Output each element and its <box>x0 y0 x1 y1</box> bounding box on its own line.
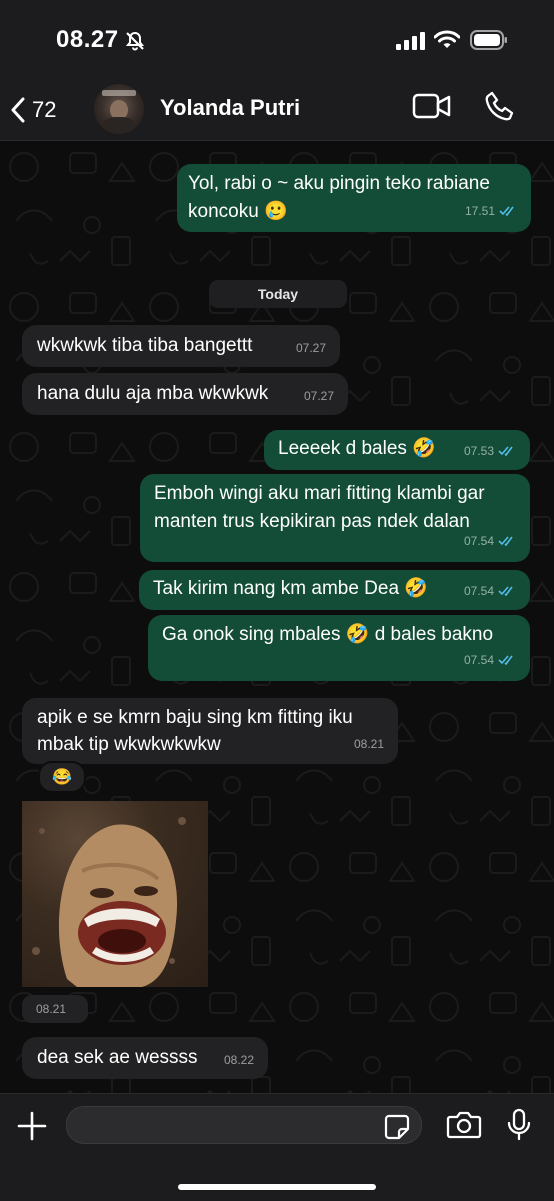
message-text: manten trus kepikiran pas ndek dalan <box>154 511 470 532</box>
read-ticks-icon <box>498 536 513 546</box>
message-bubble-outgoing[interactable]: Leeeek d bales 🤣 07.53 <box>264 430 530 470</box>
camera-icon[interactable] <box>446 1110 482 1140</box>
sticker-timestamp: 08.21 <box>22 995 88 1023</box>
contact-name[interactable]: Yolanda Putri <box>160 95 300 121</box>
message-text: hana dulu aja mba wkwkwk <box>37 383 269 404</box>
message-text: Tak kirim nang km ambe Dea 🤣 <box>153 578 428 599</box>
message-text: dea sek ae wessss <box>37 1047 198 1068</box>
status-time: 08.27 <box>56 26 119 53</box>
sticker-icon[interactable] <box>384 1114 410 1140</box>
date-divider: Today <box>209 280 347 308</box>
input-bar <box>0 1093 554 1201</box>
message-bubble-incoming[interactable]: apik e se kmrn baju sing km fitting iku … <box>22 698 398 764</box>
bell-slash-icon <box>125 31 145 51</box>
message-time: 17.51 <box>464 204 495 218</box>
message-bubble-incoming[interactable]: dea sek ae wessss 08.22 <box>22 1037 268 1079</box>
avatar[interactable] <box>94 84 144 134</box>
reaction-emoji: 😂 <box>52 769 72 786</box>
plus-icon[interactable] <box>16 1110 48 1142</box>
read-ticks-icon <box>498 446 513 456</box>
reaction-badge[interactable]: 😂 <box>38 761 86 793</box>
sticker-image[interactable] <box>22 801 208 987</box>
message-text: Emboh wingi aku mari fitting klambi gar <box>154 483 485 504</box>
laughing-potato-sticker <box>32 817 186 987</box>
phone-icon[interactable] <box>484 90 516 122</box>
chat-header: 72 Yolanda Putri <box>0 80 554 141</box>
message-time: 08.21 <box>36 1002 67 1016</box>
message-text: wkwkwk tiba tiba bangettt <box>37 335 253 356</box>
message-bubble-outgoing[interactable]: Yol, rabi o ~ aku pingin teko rabiane ko… <box>177 164 531 232</box>
unread-count: 72 <box>32 97 57 122</box>
message-bubble-outgoing[interactable]: Tak kirim nang km ambe Dea 🤣 07.54 <box>139 570 530 610</box>
message-time: 07.54 <box>463 584 494 598</box>
message-text: Yol, rabi o ~ aku pingin teko rabiane <box>188 173 490 194</box>
read-ticks-icon <box>499 206 514 216</box>
wifi-icon <box>434 30 460 48</box>
home-indicator <box>178 1184 376 1190</box>
message-text: Ga onok sing mbales 🤣 d bales bakno <box>162 624 494 645</box>
back-button[interactable]: 72 <box>10 90 80 130</box>
status-bar: 08.27 <box>0 0 554 80</box>
message-time: 08.21 <box>353 737 384 751</box>
microphone-icon[interactable] <box>506 1108 532 1142</box>
message-time: 07.27 <box>295 341 326 355</box>
message-bubble-incoming[interactable]: wkwkwk tiba tiba bangettt 07.27 <box>22 325 340 367</box>
message-time: 07.54 <box>463 534 494 548</box>
chevron-left-icon <box>11 97 25 123</box>
message-text: Leeeek d bales 🤣 <box>278 438 436 459</box>
video-call-icon[interactable] <box>412 92 452 120</box>
message-time: 07.27 <box>303 389 334 403</box>
signal-icon <box>396 32 425 50</box>
battery-icon <box>470 30 507 50</box>
message-text: koncoku 🥲 <box>188 201 288 222</box>
message-bubble-outgoing[interactable]: Ga onok sing mbales 🤣 d bales bakno 07.5… <box>148 615 530 681</box>
read-ticks-icon <box>498 655 513 665</box>
message-time: 07.53 <box>463 444 494 458</box>
chat-area[interactable]: Yol, rabi o ~ aku pingin teko rabiane ko… <box>0 141 554 1093</box>
read-ticks-icon <box>498 586 513 596</box>
message-bubble-outgoing[interactable]: Emboh wingi aku mari fitting klambi gar … <box>140 474 530 562</box>
message-input[interactable] <box>66 1106 422 1144</box>
message-time: 08.22 <box>223 1053 254 1067</box>
message-time: 07.54 <box>463 653 494 667</box>
message-text: apik e se kmrn baju sing km fitting iku <box>37 707 353 728</box>
message-text: mbak tip wkwkwkwkw <box>37 734 221 755</box>
message-bubble-incoming[interactable]: hana dulu aja mba wkwkwk 07.27 <box>22 373 348 415</box>
